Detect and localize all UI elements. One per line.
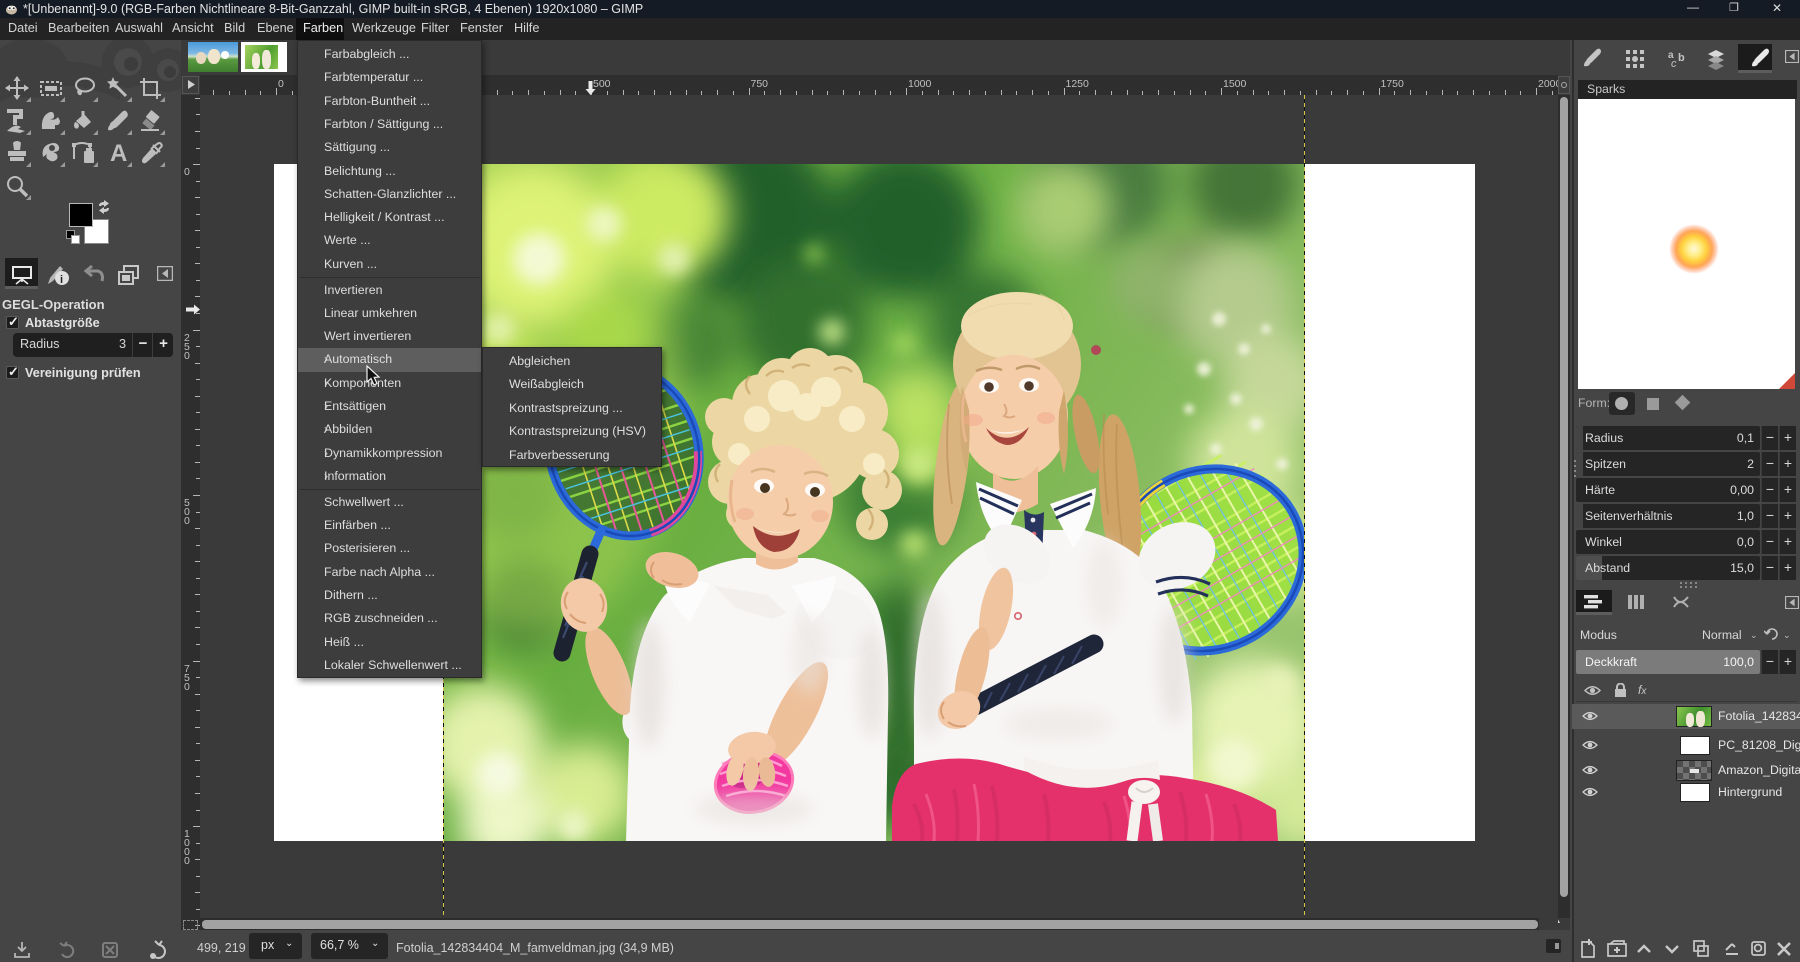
- svg-text:b: b: [1678, 52, 1685, 64]
- svg-text:c: c: [1671, 58, 1677, 70]
- svg-text:A: A: [110, 141, 127, 165]
- svg-text:i: i: [60, 274, 63, 286]
